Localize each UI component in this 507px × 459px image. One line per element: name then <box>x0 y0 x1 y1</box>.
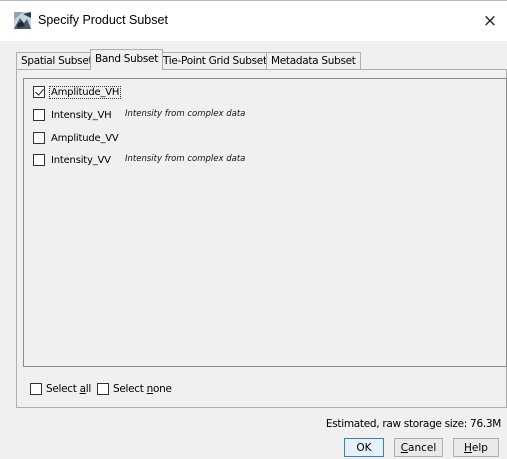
band-checkbox-intensity-vh[interactable] <box>33 109 45 121</box>
tab-tie-point-grid-subset[interactable]: Tie-Point Grid Subset <box>158 52 272 69</box>
tab-spatial-subset[interactable]: Spatial Subset <box>16 52 98 69</box>
band-label: Amplitude_VH <box>48 85 122 99</box>
band-description: Intensity from complex data <box>125 154 246 164</box>
band-checkbox-amplitude-vv[interactable] <box>33 132 45 144</box>
help-button-label: Help <box>464 441 488 454</box>
close-button[interactable]: × <box>473 1 507 41</box>
band-label: Amplitude_VV <box>51 132 119 144</box>
select-all-checkbox[interactable] <box>30 383 42 395</box>
band-row-amplitude-vh[interactable]: Amplitude_VH <box>33 84 122 100</box>
band-checkbox-intensity-vv[interactable] <box>33 154 45 166</box>
tab-metadata-subset[interactable]: Metadata Subset <box>266 52 361 69</box>
cancel-button[interactable]: Cancel <box>394 438 443 457</box>
band-row-intensity-vh[interactable]: Intensity_VH Intensity from complex data <box>33 107 245 123</box>
help-button[interactable]: Help <box>453 438 499 457</box>
dialog-window: Specify Product Subset × Spatial Subset … <box>0 0 507 459</box>
select-none-option[interactable]: Select none <box>97 381 172 397</box>
snap-app-icon <box>14 12 31 29</box>
select-none-label: Select none <box>113 383 172 395</box>
band-row-intensity-vv[interactable]: Intensity_VV Intensity from complex data <box>33 152 245 168</box>
close-icon: × <box>482 11 498 31</box>
select-all-option[interactable]: Select all <box>30 381 91 397</box>
tab-band-subset[interactable]: Band Subset <box>90 49 164 70</box>
select-none-checkbox[interactable] <box>97 383 109 395</box>
storage-size-label: Estimated, raw storage size: 76.3M <box>325 418 501 430</box>
band-label: Intensity_VH <box>51 109 112 121</box>
title-bar[interactable]: Specify Product Subset × <box>0 1 507 41</box>
select-all-label: Select all <box>46 383 92 395</box>
band-checkbox-amplitude-vh[interactable] <box>33 86 45 98</box>
band-row-amplitude-vv[interactable]: Amplitude_VV <box>33 130 120 146</box>
band-description: Intensity from complex data <box>125 109 246 119</box>
ok-button[interactable]: OK <box>344 438 384 457</box>
ok-button-label: OK <box>356 441 372 454</box>
band-list: Amplitude_VH Intensity_VH Intensity from… <box>23 78 507 367</box>
window-title: Specify Product Subset <box>38 13 168 27</box>
band-label: Intensity_VV <box>51 154 111 166</box>
cancel-button-label: Cancel <box>400 441 437 454</box>
